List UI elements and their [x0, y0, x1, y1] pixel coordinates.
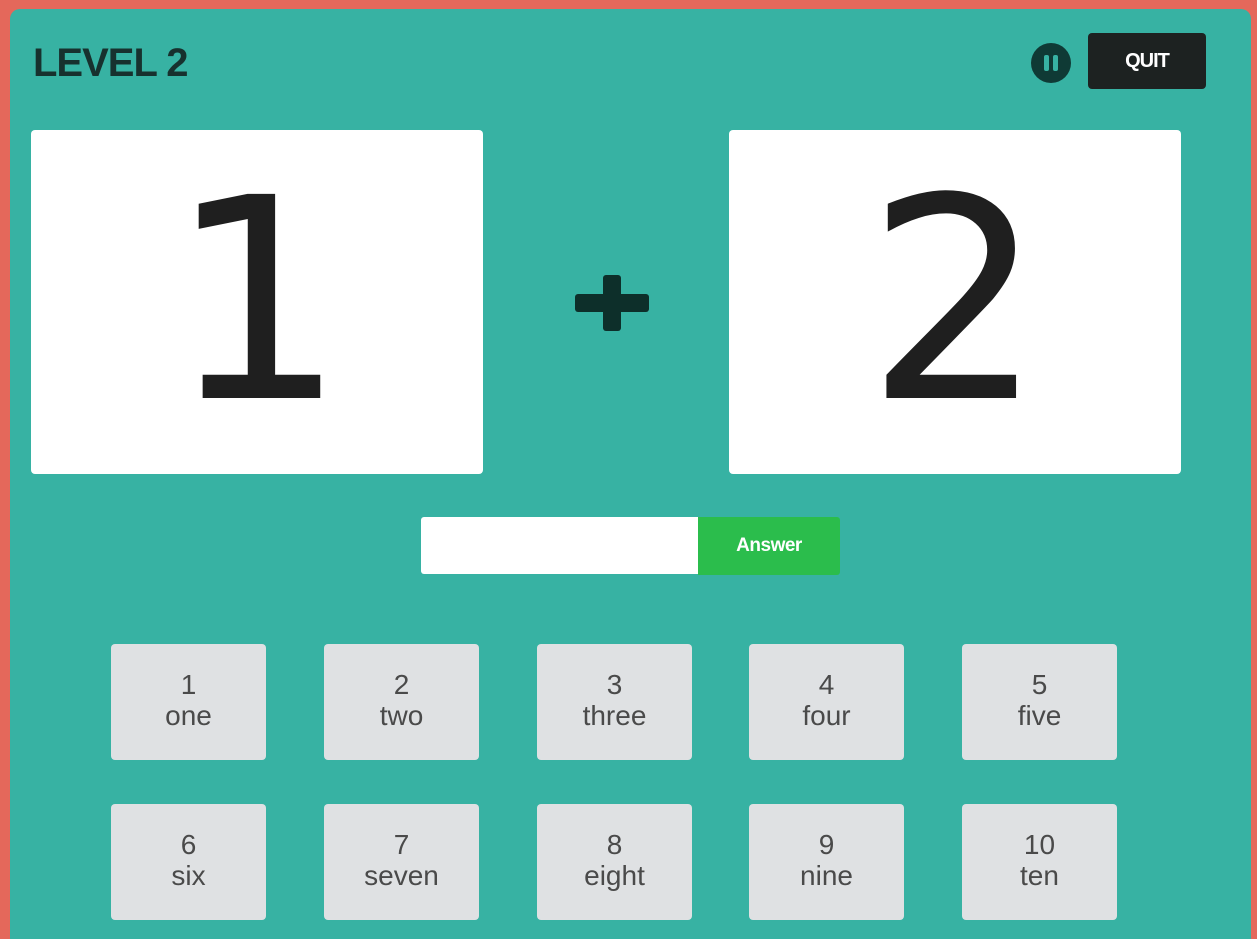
key-digit: 2 — [393, 669, 410, 700]
right-operand-card: 2 — [729, 130, 1181, 474]
answer-input[interactable] — [421, 517, 698, 574]
key-word: nine — [800, 860, 853, 891]
key-word: three — [582, 700, 647, 731]
key-7[interactable]: 7 seven — [324, 804, 479, 920]
key-word: five — [1017, 700, 1062, 731]
answer-button[interactable]: Answer — [698, 517, 840, 575]
key-digit: 5 — [1031, 669, 1048, 700]
key-word: seven — [364, 860, 439, 891]
plus-icon — [575, 275, 649, 331]
key-word: four — [802, 700, 851, 731]
key-digit: 3 — [606, 669, 623, 700]
pause-icon-bar-right — [1053, 55, 1058, 71]
key-digit: 10 — [1023, 829, 1056, 860]
level-title: LEVEL 2 — [33, 41, 189, 85]
left-operand-card: 1 — [31, 130, 483, 474]
pause-button[interactable] — [1031, 43, 1071, 83]
pause-icon-bar-left — [1044, 55, 1049, 71]
key-digit: 7 — [393, 829, 410, 860]
key-8[interactable]: 8 eight — [537, 804, 692, 920]
quit-button[interactable]: QUIT — [1088, 33, 1206, 89]
key-word: one — [165, 700, 212, 731]
key-digit: 9 — [818, 829, 835, 860]
key-3[interactable]: 3 three — [537, 644, 692, 760]
key-10[interactable]: 10 ten — [962, 804, 1117, 920]
key-digit: 4 — [818, 669, 835, 700]
key-word: two — [379, 700, 424, 731]
game-panel: LEVEL 2 QUIT 1 2 Answer 1 one 2 two 3 th… — [10, 9, 1251, 939]
key-word: six — [171, 860, 206, 891]
key-1[interactable]: 1 one — [111, 644, 266, 760]
right-operand: 2 — [865, 139, 1045, 465]
key-digit: 8 — [606, 829, 623, 860]
key-6[interactable]: 6 six — [111, 804, 266, 920]
key-2[interactable]: 2 two — [324, 644, 479, 760]
key-word: ten — [1020, 860, 1059, 891]
key-9[interactable]: 9 nine — [749, 804, 904, 920]
key-digit: 6 — [180, 829, 197, 860]
left-operand: 1 — [167, 139, 347, 465]
key-digit: 1 — [180, 669, 197, 700]
key-word: eight — [584, 860, 645, 891]
key-5[interactable]: 5 five — [962, 644, 1117, 760]
key-4[interactable]: 4 four — [749, 644, 904, 760]
